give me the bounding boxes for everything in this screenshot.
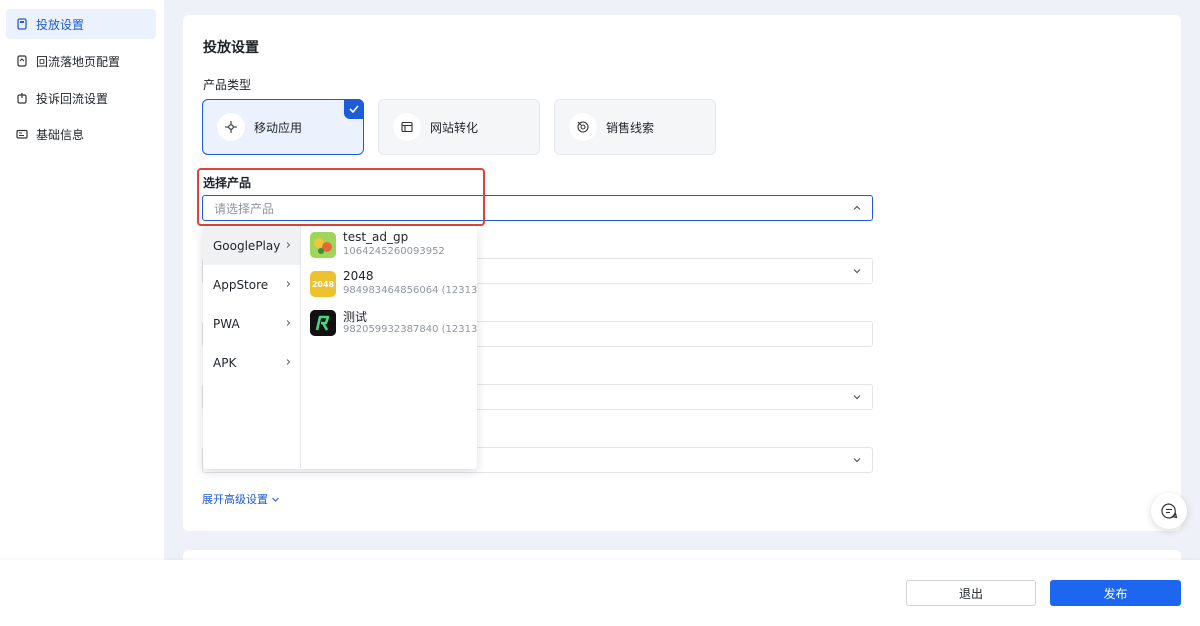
chevron-right-icon bbox=[286, 359, 291, 365]
chevron-down-icon bbox=[853, 269, 861, 274]
product-type-label-text: 网站转化 bbox=[430, 120, 479, 135]
expand-advanced-label: 展开高级设置 bbox=[202, 493, 268, 506]
green-r-app-icon bbox=[310, 310, 336, 336]
publish-button[interactable]: 发布 bbox=[1050, 580, 1181, 606]
product-item-test-ad-gp[interactable]: test_ad_gp 1064245260093952 bbox=[309, 228, 475, 262]
product-type-sales-lead[interactable]: 销售线索 bbox=[554, 99, 716, 155]
product-column: test_ad_gp 1064245260093952 2048 2048 98… bbox=[301, 226, 477, 469]
chevron-down-icon bbox=[853, 458, 861, 463]
document-icon bbox=[16, 18, 28, 30]
sidebar-item-label: 投诉回流设置 bbox=[36, 91, 109, 106]
product-name: test_ad_gp bbox=[343, 230, 409, 244]
product-item-2048[interactable]: 2048 2048 984983464856064 (12313) bbox=[309, 267, 477, 301]
chevron-down-icon bbox=[853, 395, 861, 400]
chevron-right-icon bbox=[286, 320, 291, 326]
sidebar-item-delivery-settings[interactable]: 投放设置 bbox=[6, 9, 156, 39]
sidebar-item-complaint[interactable]: 投诉回流设置 bbox=[6, 83, 156, 113]
chat-button[interactable] bbox=[1151, 493, 1187, 529]
category-label: GooglePlay bbox=[213, 238, 281, 253]
sidebar-item-basic-info[interactable]: 基础信息 bbox=[6, 119, 156, 149]
highlight-box bbox=[197, 168, 485, 226]
sidebar: 投放设置 回流落地页配置 投诉回流设置 基础信息 bbox=[0, 0, 164, 560]
category-googleplay[interactable]: GooglePlay bbox=[203, 226, 300, 265]
product-id: 982059932387840 (12313) bbox=[343, 324, 477, 335]
expand-advanced-settings-link[interactable]: 展开高级设置 bbox=[202, 491, 280, 507]
sidebar-item-landing-page[interactable]: 回流落地页配置 bbox=[6, 46, 156, 76]
product-id: 1064245260093952 bbox=[343, 246, 445, 257]
category-label: APK bbox=[213, 355, 237, 370]
chevron-right-icon bbox=[286, 242, 291, 248]
chat-icon bbox=[1161, 503, 1178, 519]
sidebar-item-label: 投放设置 bbox=[36, 17, 85, 32]
chevron-right-icon bbox=[286, 281, 291, 287]
category-label: PWA bbox=[213, 316, 240, 331]
landing-page-icon bbox=[16, 55, 28, 67]
exit-button[interactable]: 退出 bbox=[906, 580, 1036, 606]
sidebar-item-label: 回流落地页配置 bbox=[36, 54, 121, 69]
product-id: 984983464856064 (12313) bbox=[343, 285, 477, 296]
sales-lead-icon bbox=[569, 113, 597, 141]
product-type-label: 产品类型 bbox=[203, 78, 252, 92]
category-apk[interactable]: APK bbox=[203, 343, 300, 382]
website-icon bbox=[393, 113, 421, 141]
category-label: AppStore bbox=[213, 277, 269, 292]
footer-bar: 退出 发布 bbox=[0, 560, 1200, 626]
info-card-icon bbox=[16, 128, 28, 140]
product-item-test[interactable]: 测试 982059932387840 (12313) bbox=[309, 306, 477, 340]
sidebar-item-label: 基础信息 bbox=[36, 127, 85, 142]
category-appstore[interactable]: AppStore bbox=[203, 265, 300, 304]
mobile-app-icon bbox=[217, 113, 245, 141]
product-type-website[interactable]: 网站转化 bbox=[378, 99, 540, 155]
category-pwa[interactable]: PWA bbox=[203, 304, 300, 343]
section-title: 投放设置 bbox=[203, 40, 259, 56]
product-type-mobile-app[interactable]: 移动应用 bbox=[202, 99, 364, 155]
app-2048-icon: 2048 bbox=[310, 271, 336, 297]
game-app-icon bbox=[310, 232, 336, 258]
complaint-icon bbox=[16, 92, 28, 104]
chevron-up-icon bbox=[853, 205, 861, 210]
product-name: 测试 bbox=[343, 310, 368, 324]
product-type-label-text: 销售线索 bbox=[606, 120, 655, 135]
chevron-down-icon bbox=[272, 497, 279, 502]
product-name: 2048 bbox=[343, 269, 374, 283]
product-type-label-text: 移动应用 bbox=[254, 120, 303, 135]
category-column: GooglePlay AppStore PWA APK bbox=[203, 226, 301, 469]
checkmark-icon bbox=[344, 99, 364, 119]
product-cascader-dropdown: GooglePlay AppStore PWA APK test_ad_gp 1… bbox=[203, 226, 477, 469]
